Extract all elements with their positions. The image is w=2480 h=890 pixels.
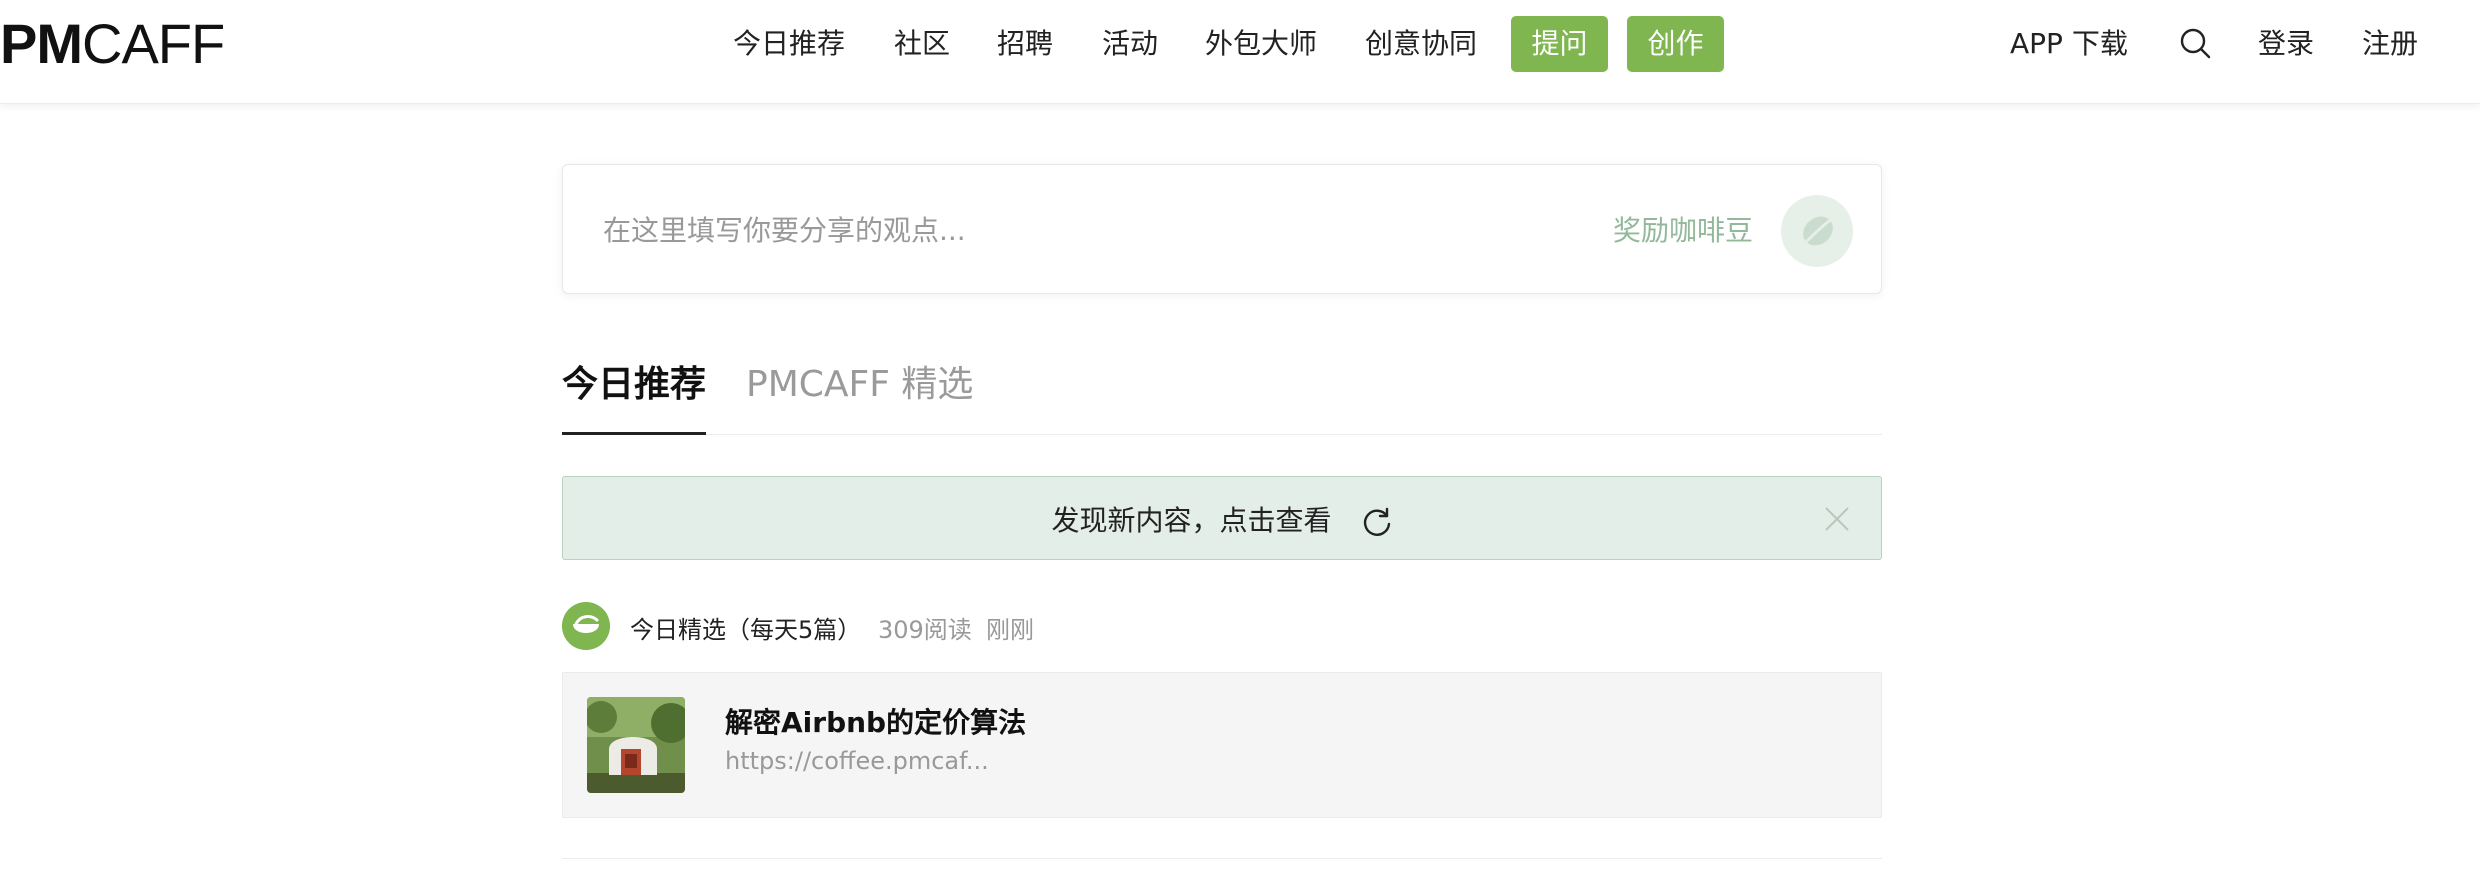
article-card[interactable]: 解密Airbnb的定价算法 https://coffee.pmcaf...: [562, 672, 1882, 818]
active-tab-indicator: [562, 432, 706, 435]
nav-community[interactable]: 社区: [894, 16, 950, 72]
tabs-divider: [562, 434, 1882, 435]
feed-timestamp: 刚刚: [986, 616, 1034, 644]
logo-regular-text: CAFF: [82, 12, 225, 75]
top-header: PMCAFF 今日推荐 社区 招聘 活动 外包大师 创意协同 提问 创作 APP…: [0, 0, 2480, 104]
refresh-icon: [1364, 507, 1391, 536]
feed-read-count: 309阅读: [878, 616, 972, 644]
source-avatar[interactable]: [562, 602, 610, 650]
feed-source-name[interactable]: 今日精选（每天5篇）: [630, 610, 861, 645]
logo-bold-text: PM: [0, 12, 83, 75]
coffee-bean-icon[interactable]: [1781, 195, 1853, 267]
new-content-notice[interactable]: 发现新内容，点击查看: [562, 476, 1882, 560]
share-composer: 奖励咖啡豆: [562, 164, 1882, 294]
nav-outsourcing[interactable]: 外包大师: [1205, 16, 1317, 72]
article-title[interactable]: 解密Airbnb的定价算法: [725, 701, 1026, 741]
create-button[interactable]: 创作: [1627, 16, 1724, 72]
reward-coffee-beans-label[interactable]: 奖励咖啡豆: [1613, 209, 1753, 249]
share-input[interactable]: [603, 205, 1503, 255]
login-link[interactable]: 登录: [2258, 16, 2314, 72]
notice-content: 发现新内容，点击查看: [563, 499, 1883, 539]
feed-divider: [562, 858, 1882, 859]
close-icon[interactable]: [1824, 506, 1850, 532]
article-thumbnail: [587, 697, 685, 793]
nav-events[interactable]: 活动: [1102, 16, 1158, 72]
notice-text: 发现新内容，点击查看: [1051, 504, 1332, 537]
pmcaff-logo[interactable]: PMCAFF: [0, 16, 225, 72]
nav-creative-collab[interactable]: 创意协同: [1365, 16, 1477, 72]
tab-pmcaff-featured[interactable]: PMCAFF 精选: [746, 360, 973, 410]
article-url: https://coffee.pmcaf...: [725, 747, 989, 775]
tab-today-recommend[interactable]: 今日推荐: [562, 360, 706, 410]
app-download-link[interactable]: APP 下载: [2010, 16, 2128, 72]
nav-jobs[interactable]: 招聘: [997, 16, 1053, 72]
ask-button[interactable]: 提问: [1511, 16, 1608, 72]
nav-today-recommend[interactable]: 今日推荐: [733, 16, 845, 72]
search-icon[interactable]: [2178, 26, 2212, 60]
register-link[interactable]: 注册: [2362, 16, 2418, 72]
